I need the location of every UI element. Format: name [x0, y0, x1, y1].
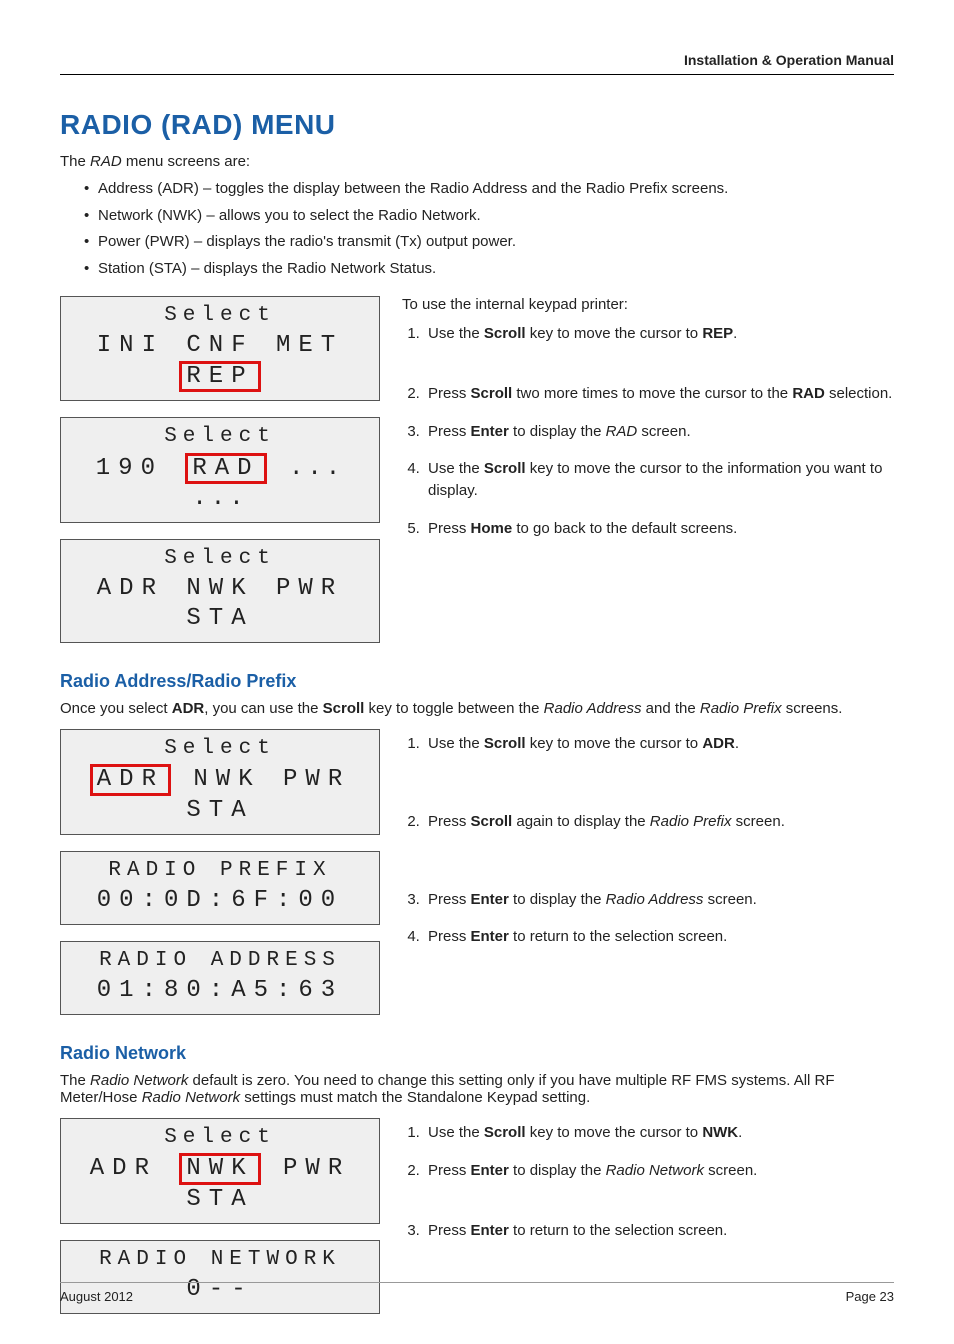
step: Press Enter to display the RAD screen.	[424, 417, 894, 455]
intro-pre: The	[60, 153, 90, 170]
lcd-selected: RAD	[185, 453, 266, 484]
lcd-line1: RADIO NETWORK	[69, 1247, 371, 1273]
lcd-line2: ADR NWK PWR STA	[69, 574, 371, 634]
lcd-panel: Select ADR NWK PWR STA	[60, 539, 380, 643]
lcd-selected: NWK	[179, 1153, 260, 1184]
lcd-line1: RADIO PREFIX	[69, 858, 371, 884]
lcd-text: INI CNF MET	[97, 332, 343, 359]
lcd-line2: INI CNF MET REP	[69, 331, 371, 392]
text-column: To use the internal keypad printer: Use …	[402, 296, 894, 552]
lcd-column: Select ADR NWK PWR STA RADIO PREFIX 00:0…	[60, 729, 380, 1015]
steps-list: Use the Scroll key to move the cursor to…	[402, 319, 894, 552]
lcd-text: 190	[96, 455, 186, 482]
lcd-selected: ADR	[90, 764, 171, 795]
lcd-line2: 00:0D:6F:00	[69, 886, 371, 916]
intro-line: The RAD menu screens are:	[60, 153, 894, 170]
step: Press Enter to return to the selection s…	[424, 922, 894, 960]
lcd-selected: REP	[179, 361, 260, 392]
lcd-line1: Select	[69, 1125, 371, 1151]
subheading: Radio Address/Radio Prefix	[60, 671, 894, 692]
intro-ital: RAD	[90, 153, 122, 170]
bullet-item: Station (STA) – displays the Radio Netwo…	[84, 256, 894, 283]
text-column: Use the Scroll key to move the cursor to…	[402, 1118, 894, 1253]
bullet-item: Network (NWK) – allows you to select the…	[84, 203, 894, 230]
step: Press Scroll again to display the Radio …	[424, 807, 894, 885]
intro-post: menu screens are:	[122, 153, 250, 170]
lcd-panel: Select ADR NWK PWR STA	[60, 1118, 380, 1223]
lcd-line1: Select	[69, 736, 371, 762]
step: Use the Scroll key to move the cursor to…	[424, 1118, 894, 1156]
subheading: Radio Network	[60, 1043, 894, 1064]
steps-list: Use the Scroll key to move the cursor to…	[402, 729, 894, 960]
footer-page: Page 23	[846, 1289, 894, 1304]
bullet-item: Power (PWR) – displays the radio's trans…	[84, 229, 894, 256]
lcd-text: ADR	[90, 1155, 180, 1182]
lcd-line2: 01:80:A5:63	[69, 976, 371, 1006]
footer-date: August 2012	[60, 1289, 133, 1304]
step: Press Scroll two more times to move the …	[424, 379, 894, 417]
step: Use the Scroll key to move the cursor to…	[424, 729, 894, 807]
lcd-panel: Select 190 RAD ... ...	[60, 417, 380, 522]
lcd-panel: Select ADR NWK PWR STA	[60, 729, 380, 834]
lead-text: To use the internal keypad printer:	[402, 296, 894, 313]
lcd-line2: ADR NWK PWR STA	[69, 1153, 371, 1214]
lcd-panel: RADIO PREFIX 00:0D:6F:00	[60, 851, 380, 925]
running-header: Installation & Operation Manual	[60, 52, 894, 75]
lcd-line2: 190 RAD ... ...	[69, 453, 371, 514]
lcd-line1: Select	[69, 424, 371, 450]
lcd-panel: Select INI CNF MET REP	[60, 296, 380, 401]
lcd-column: Select INI CNF MET REP Select 190 RAD ..…	[60, 296, 380, 643]
lcd-line1: Select	[69, 303, 371, 329]
step: Press Home to go back to the default scr…	[424, 514, 894, 552]
sec2-intro: Once you select ADR, you can use the Scr…	[60, 700, 894, 717]
lcd-line1: Select	[69, 546, 371, 572]
step: Press Enter to display the Radio Network…	[424, 1156, 894, 1216]
step: Press Enter to display the Radio Address…	[424, 885, 894, 923]
sec3-intro: The Radio Network default is zero. You n…	[60, 1072, 894, 1106]
step: Use the Scroll key to move the cursor to…	[424, 319, 894, 379]
text-column: Use the Scroll key to move the cursor to…	[402, 729, 894, 960]
step: Press Enter to return to the selection s…	[424, 1216, 894, 1254]
block-1: Select INI CNF MET REP Select 190 RAD ..…	[60, 296, 894, 643]
lcd-panel: RADIO ADDRESS 01:80:A5:63	[60, 941, 380, 1015]
lcd-line1: RADIO ADDRESS	[69, 948, 371, 974]
bullet-list: Address (ADR) – toggles the display betw…	[60, 176, 894, 282]
page: Installation & Operation Manual RADIO (R…	[0, 0, 954, 1344]
page-footer: August 2012 Page 23	[60, 1282, 894, 1304]
block-2: Select ADR NWK PWR STA RADIO PREFIX 00:0…	[60, 729, 894, 1015]
steps-list: Use the Scroll key to move the cursor to…	[402, 1118, 894, 1253]
step: Use the Scroll key to move the cursor to…	[424, 454, 894, 514]
lcd-line2: ADR NWK PWR STA	[69, 764, 371, 825]
lcd-text	[267, 455, 289, 482]
bullet-item: Address (ADR) – toggles the display betw…	[84, 176, 894, 203]
lcd-text: NWK PWR STA	[171, 766, 350, 823]
page-title: RADIO (RAD) MENU	[60, 109, 894, 141]
